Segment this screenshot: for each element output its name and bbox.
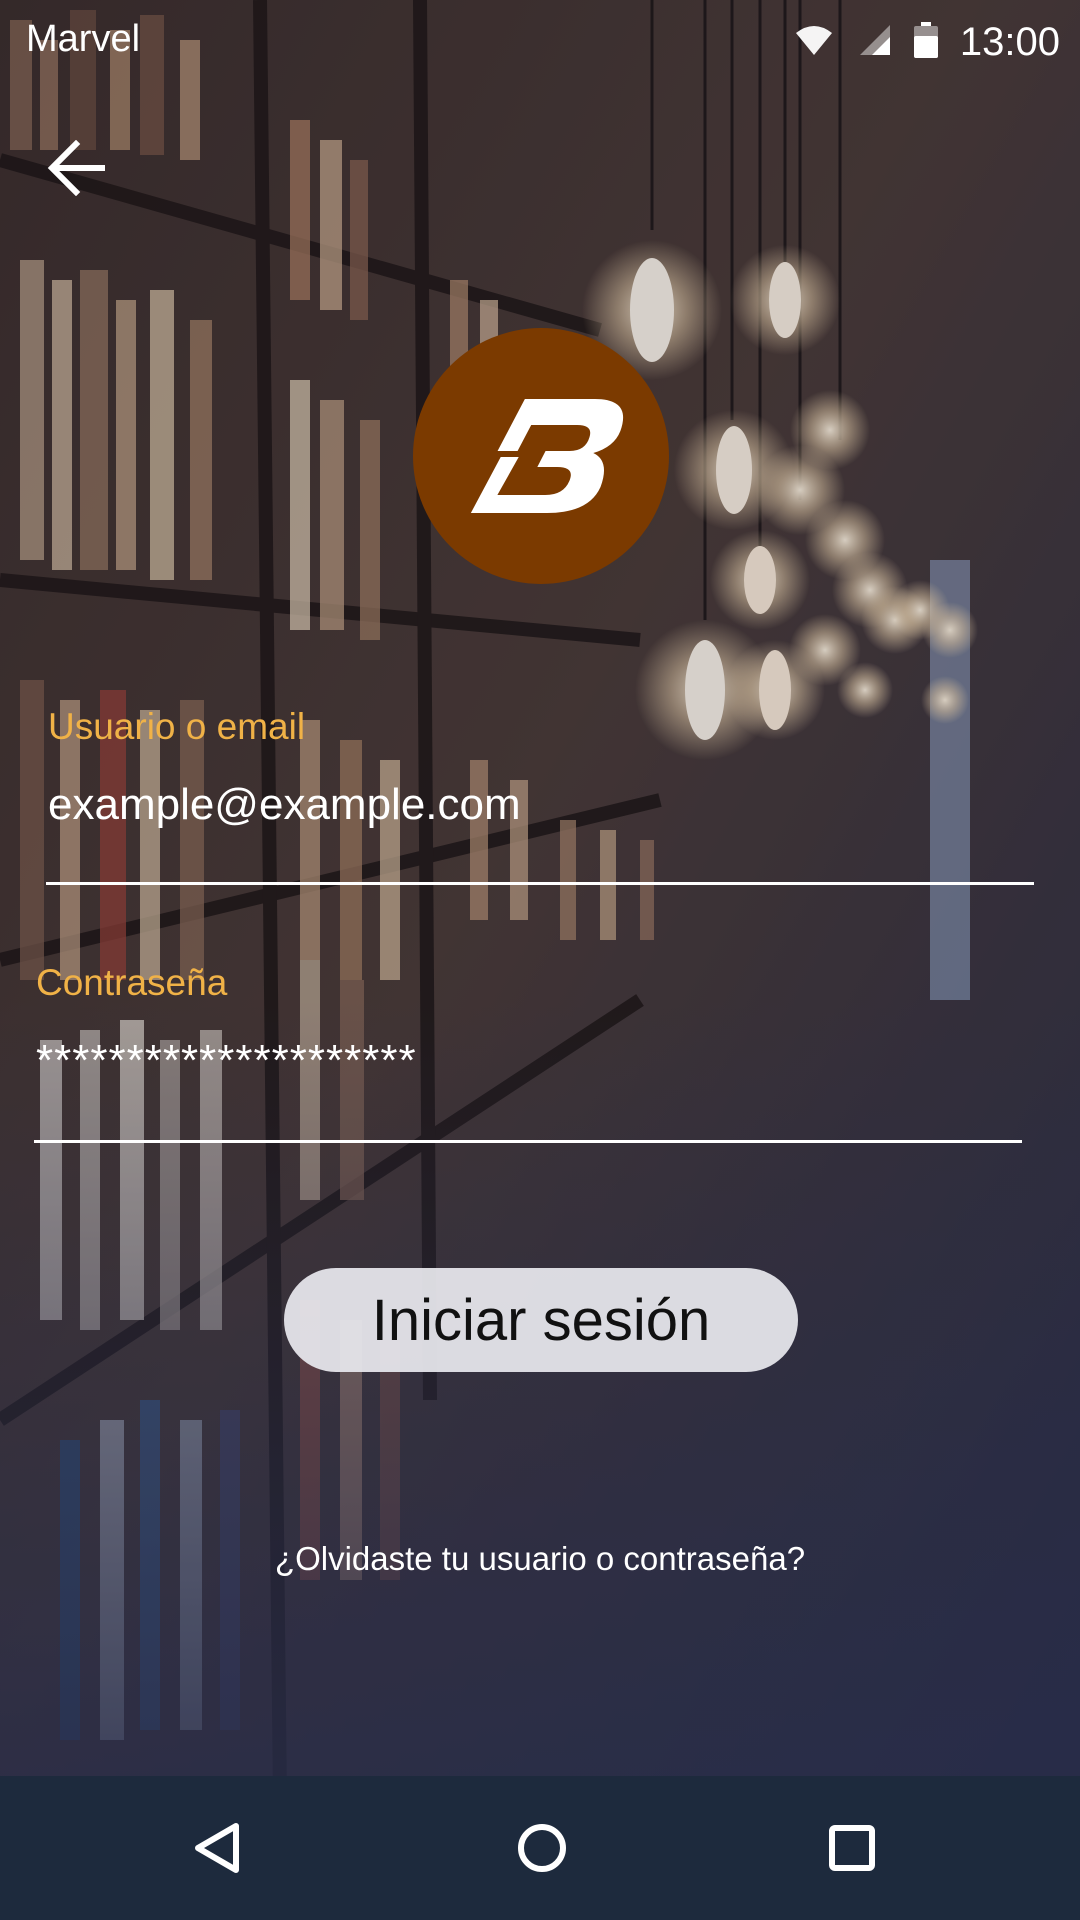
- password-input[interactable]: [36, 1036, 1016, 1086]
- signal-icon: [856, 23, 892, 62]
- status-icons: 13:00: [794, 14, 1060, 70]
- arrow-left-icon: [47, 140, 105, 196]
- status-bar: Marvel 13:00: [0, 0, 1080, 84]
- password-underline: [34, 1140, 1022, 1143]
- username-input[interactable]: [48, 780, 1028, 830]
- background-image: [0, 0, 1080, 1920]
- back-button[interactable]: [36, 128, 116, 208]
- logo-letter: [470, 399, 624, 513]
- nav-recents-icon: [829, 1825, 875, 1871]
- nav-back-icon: [195, 1823, 239, 1873]
- app-logo: [413, 328, 669, 584]
- nav-home-button[interactable]: [502, 1808, 582, 1888]
- status-time: 13:00: [959, 19, 1060, 64]
- wifi-icon: [794, 23, 834, 62]
- password-label: Contraseña: [36, 962, 228, 1003]
- nav-back-button[interactable]: [178, 1808, 258, 1888]
- username-label: Usuario o email: [48, 706, 306, 747]
- username-underline: [46, 882, 1034, 885]
- nav-recents-button[interactable]: [812, 1808, 892, 1888]
- nav-home-icon: [518, 1824, 566, 1872]
- forgot-credentials-link[interactable]: ¿Olvidaste tu usuario o contraseña?: [0, 1540, 1080, 1578]
- login-button[interactable]: Iniciar sesión: [284, 1268, 798, 1372]
- battery-icon: [913, 21, 938, 63]
- status-app-name: Marvel: [26, 18, 141, 60]
- navigation-bar: [0, 1776, 1080, 1920]
